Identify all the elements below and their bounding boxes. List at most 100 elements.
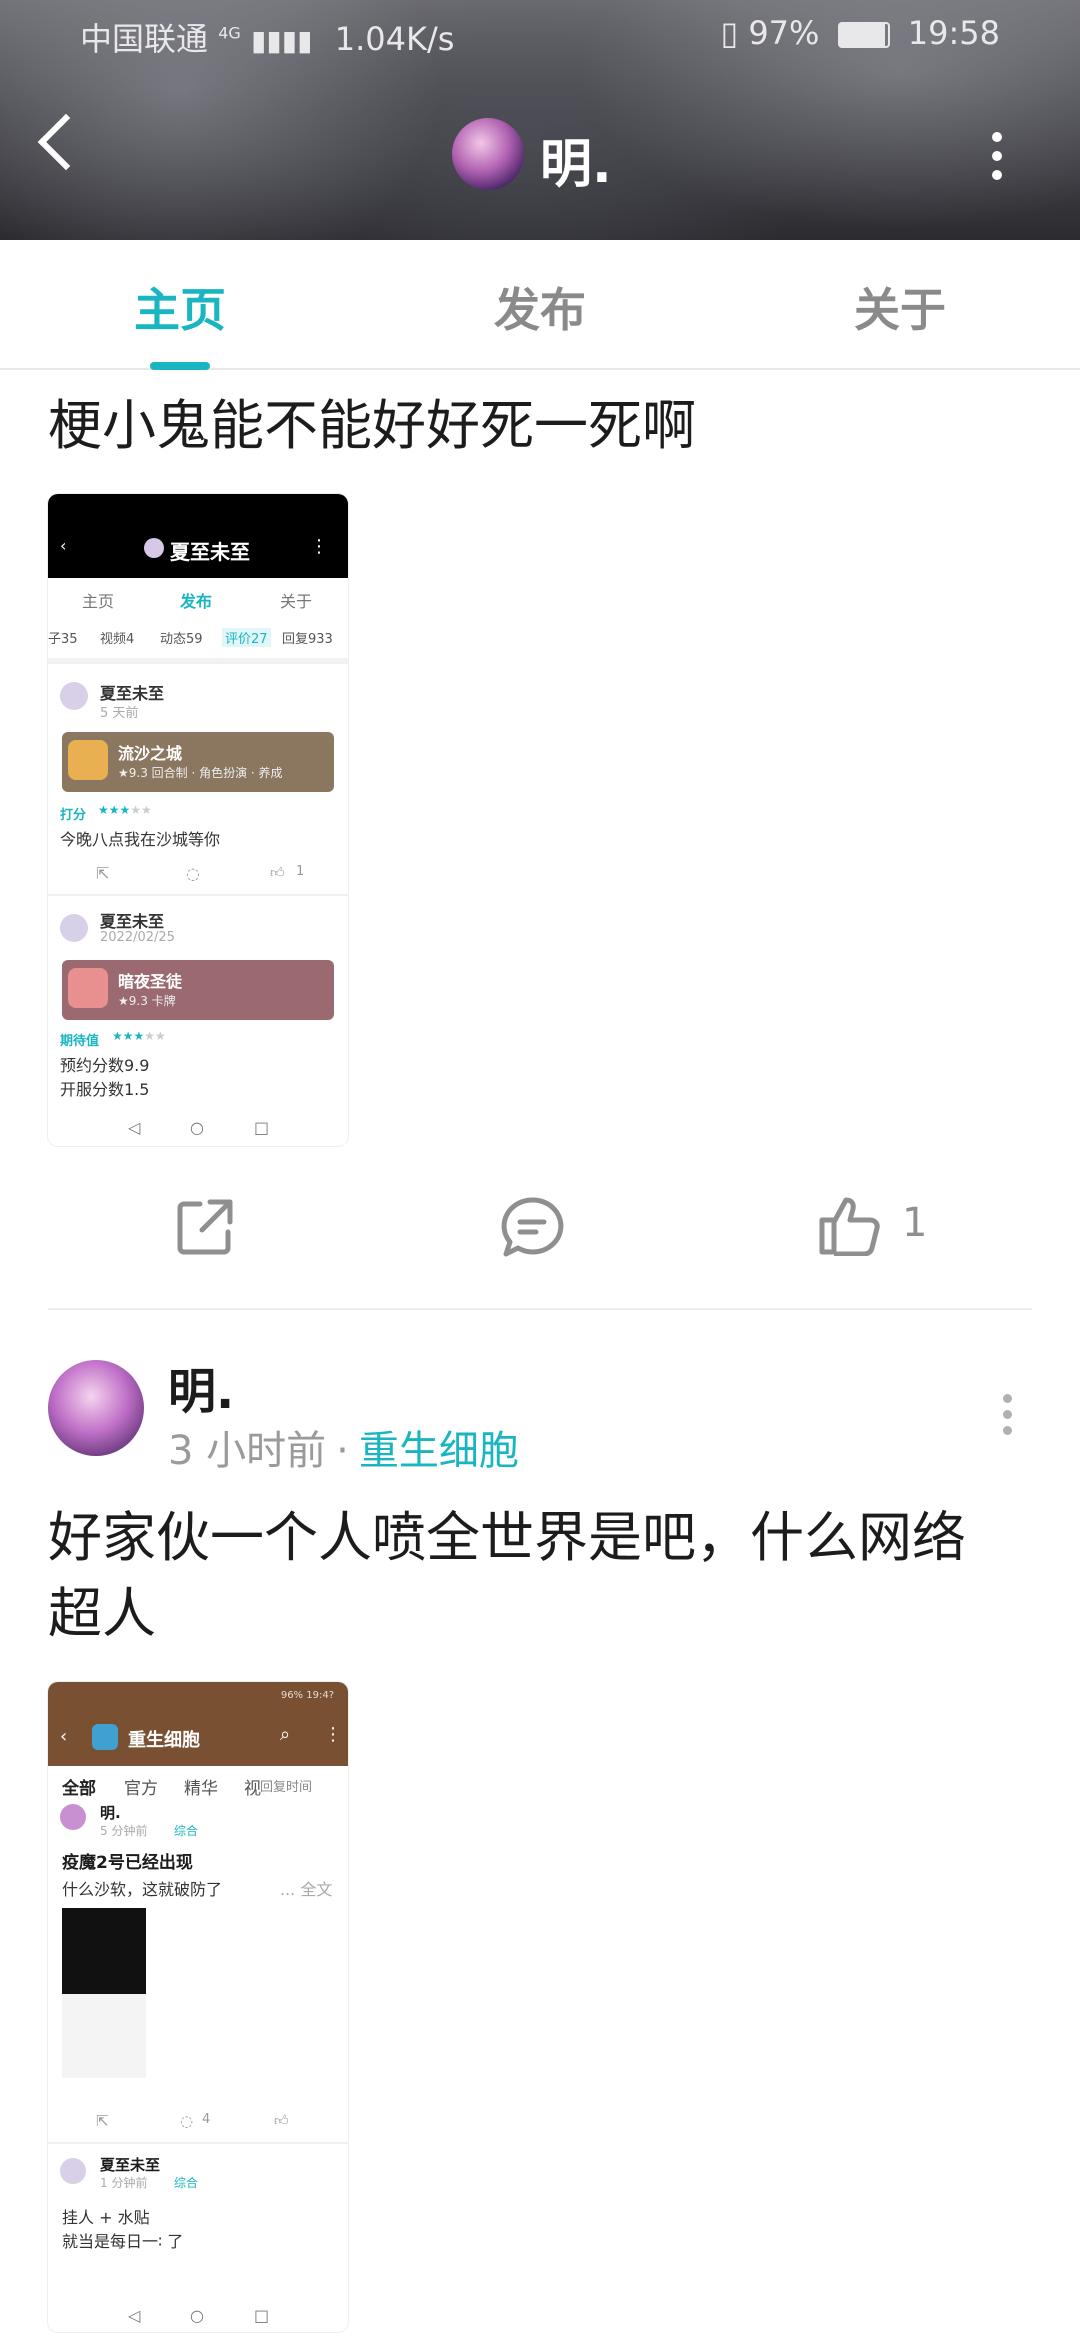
game-icon	[68, 740, 108, 780]
shot-review: 夏至未至 5 天前 流沙之城 ★9.3 回合制 · 角色扮演 · 养成 打分 ★…	[48, 664, 348, 896]
shot-nav-recent-icon: □	[254, 1118, 270, 1137]
shot-more-link: ... 全文	[280, 1880, 333, 1899]
tab-posts[interactable]: 发布	[420, 274, 660, 340]
shot-more-icon: ⋮	[310, 536, 328, 557]
shot-user: 夏至未至	[100, 2156, 161, 2174]
comment-button[interactable]	[500, 1196, 564, 1262]
share-icon	[177, 1199, 233, 1255]
shot-game-name: 暗夜圣徒	[118, 972, 183, 991]
carrier: 中国联通	[80, 20, 209, 58]
shot-post-body: 挂人 + 水贴	[62, 2208, 150, 2227]
net-speed: 1.04K/s	[334, 20, 455, 58]
shot-title: 重生细胞	[128, 1730, 200, 1751]
clock: 19:58	[907, 14, 1000, 52]
profile-tabs: 主页 发布 关于	[0, 240, 1080, 370]
shot-like-icon: 👍︎	[274, 2113, 289, 2129]
shot-stars: ★★★★★	[112, 1029, 166, 1043]
post-author[interactable]: 明.	[168, 1352, 234, 1422]
shot-post: 明. 5 分钟前 综合 疫魔2号已经出现 什么沙软，这就破防了 ... 全文 ⇱…	[48, 1802, 348, 2144]
shot-tabs: 主页 发布 关于	[48, 578, 348, 618]
more-vertical-icon[interactable]	[992, 132, 1004, 180]
shot-nav-home-icon: ○	[190, 1118, 204, 1137]
shot-game-meta: ★9.3 回合制 · 角色扮演 · 养成	[118, 766, 283, 780]
shot-nav-home-icon: ○	[190, 2306, 204, 2325]
shot-time: 2022/02/25	[100, 930, 175, 945]
shot-nav-back-icon: ◁	[128, 1118, 141, 1137]
profile-header: 中国联通 4G ▮▮▮▮ 1.04K/s ▯ 97% 19:58 明.	[0, 0, 1080, 240]
shot-nav-back-icon: ◁	[128, 2306, 141, 2325]
vibrate-icon: ▯	[720, 14, 739, 52]
shot-navbar: 96% 19:4? ‹ 重生细胞 ⌕ ⋮	[48, 1682, 348, 1766]
shot-avatar	[144, 538, 164, 558]
shot-user: 明.	[100, 1804, 121, 1822]
battery-percent: 97%	[748, 14, 820, 52]
shot-back-icon: ‹	[60, 1726, 68, 1747]
avatar[interactable]	[48, 1360, 144, 1456]
post-text-line: 好家伙一个人喷全世界是吧，什么网络	[48, 1506, 966, 1569]
shot-review-body: 预约分数9.9	[60, 1056, 150, 1075]
shot-user: 夏至未至	[100, 684, 165, 703]
network-type: 4G	[218, 23, 241, 43]
shot-review-body: 开服分数1.5	[60, 1080, 150, 1099]
shot-comment-icon: ◌	[186, 864, 200, 883]
shot-share-icon: ⇱	[96, 2112, 109, 2130]
shot-like-count: 1	[296, 864, 305, 879]
shot-time: 1 分钟前	[100, 2176, 148, 2190]
comment-icon	[501, 1197, 564, 1257]
shot-user: 夏至未至	[100, 912, 165, 931]
shot-tab: 发布	[180, 592, 213, 611]
shot-comment-icon: ◌	[180, 2112, 194, 2130]
shot-sort: 回复时间	[260, 1780, 313, 1795]
shot-tab: 精华	[184, 1779, 218, 1799]
thumbs-up-icon	[819, 1197, 880, 1257]
shot-share-icon: ⇱	[96, 864, 110, 883]
like-button[interactable]	[818, 1194, 882, 1260]
avatar[interactable]	[452, 118, 524, 190]
shot-tab: 视	[244, 1779, 261, 1799]
post-image[interactable]: ‹ 夏至未至 ⋮ 主页 发布 关于 子35 视频4 动态59 评价27 回复93…	[48, 494, 348, 1146]
shot-tag: 综合	[174, 1824, 199, 1838]
shot-more-icon: ⋮	[324, 1724, 342, 1745]
like-count: 1	[902, 1200, 928, 1246]
post-text[interactable]: 梗小鬼能不能好好死一死啊	[48, 388, 696, 464]
shot-score-label: 期待值	[60, 1034, 100, 1049]
post-text[interactable]: 好家伙一个人喷全世界是吧，什么网络 超人	[48, 1500, 966, 1652]
shot-post-body: 什么沙软，这就破防了	[62, 1880, 223, 1899]
tab-about[interactable]: 关于	[780, 274, 1020, 340]
shot-post-title: 疫魔2号已经出现	[62, 1853, 193, 1873]
shot-game-name: 流沙之城	[118, 744, 183, 763]
shot-tabs: 全部 官方 精华 视 回复时间	[48, 1766, 348, 1802]
post-topic-link[interactable]: 重生细胞	[359, 1428, 519, 1474]
shot-avatar	[60, 1804, 86, 1830]
more-vertical-icon[interactable]	[1003, 1394, 1013, 1442]
shot-tab: 官方	[124, 1779, 158, 1799]
tab-home[interactable]: 主页	[60, 274, 300, 340]
shot-review: 夏至未至 2022/02/25 暗夜圣徒 ★9.3 卡牌 期待值 ★★★★★ 预…	[48, 896, 348, 1108]
shot-thumbnail	[62, 1908, 146, 2078]
shot-tab: 全部	[62, 1779, 96, 1799]
shot-game-card: 流沙之城 ★9.3 回合制 · 角色扮演 · 养成	[62, 732, 334, 792]
shot-score-label: 打分	[60, 808, 87, 823]
post-image[interactable]: 96% 19:4? ‹ 重生细胞 ⌕ ⋮ 全部 官方 精华 视 回复时间 明. …	[48, 1682, 348, 2332]
shot-avatar	[60, 682, 88, 710]
shot-search-icon: ⌕	[280, 1724, 291, 1745]
shot-navbar: ‹ 夏至未至 ⋮	[48, 494, 348, 578]
shot-status: 96% 19:4?	[280, 1690, 334, 1701]
shot-subtab: 视频4	[100, 632, 135, 647]
status-bar: 中国联通 4G ▮▮▮▮ 1.04K/s ▯ 97% 19:58	[80, 14, 1000, 58]
share-button[interactable]	[174, 1196, 236, 1262]
post-divider	[48, 1308, 1032, 1310]
shot-time: 5 分钟前	[100, 1824, 148, 1838]
shot-subtab: 子35	[48, 632, 78, 647]
shot-avatar	[60, 914, 88, 942]
shot-like-icon: 👍︎	[270, 865, 285, 881]
shot-system-nav: ◁ ○ □	[48, 2302, 348, 2332]
shot-comment-count: 4	[202, 2112, 211, 2127]
shot-subtab: 动态59	[160, 632, 203, 647]
shot-post: 夏至未至 1 分钟前 综合 挂人 + 水贴 就当是每日一∶ 了	[48, 2144, 348, 2294]
shot-subtabs: 子35 视频4 动态59 评价27 回复933	[48, 618, 348, 664]
back-arrow-icon[interactable]	[37, 113, 95, 171]
post-time: 3 小时前	[168, 1428, 327, 1474]
shot-tab: 关于	[280, 592, 313, 611]
shot-back-icon: ‹	[60, 536, 67, 555]
